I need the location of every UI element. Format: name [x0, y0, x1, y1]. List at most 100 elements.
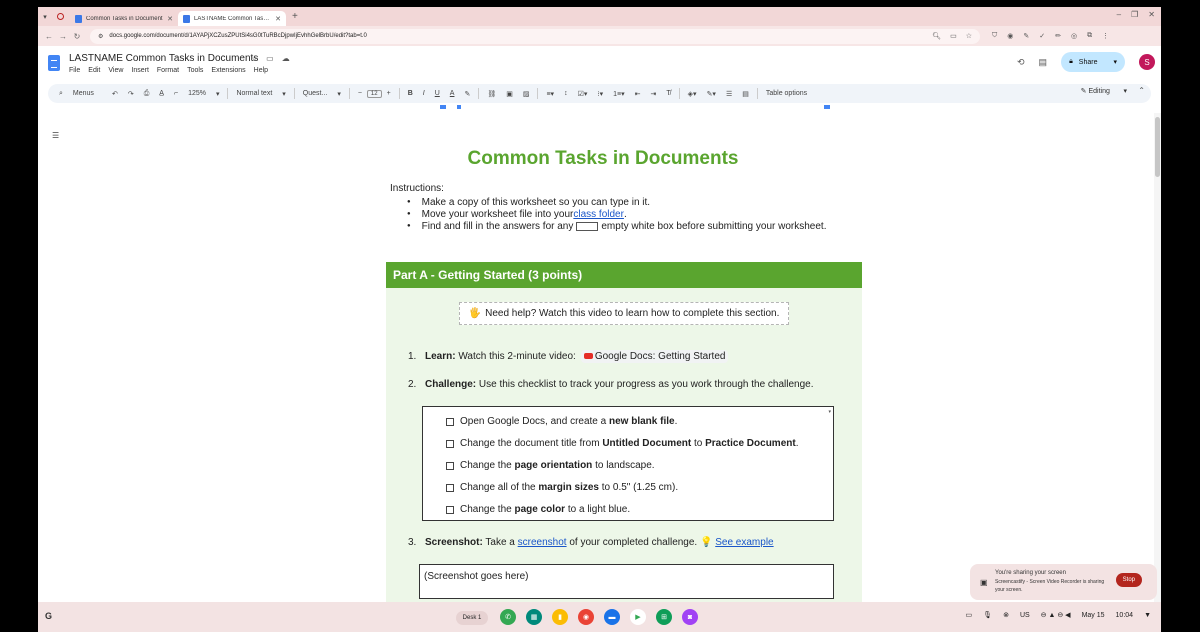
- fill-color-icon[interactable]: ◈▾: [683, 90, 702, 98]
- screenshot-link[interactable]: screenshot: [518, 537, 567, 548]
- document-outline-icon[interactable]: ☰: [52, 131, 59, 140]
- redo-icon[interactable]: ↷: [123, 90, 139, 98]
- font-select[interactable]: Quest...: [298, 90, 333, 97]
- extension-check-icon[interactable]: ✓: [1039, 32, 1045, 40]
- share-dropdown-icon[interactable]: ▾: [1113, 58, 1117, 66]
- input-locale[interactable]: US: [1020, 612, 1030, 619]
- tab-search-icon[interactable]: ▾: [38, 10, 52, 24]
- border-width-icon[interactable]: ☰: [721, 90, 737, 98]
- left-indent-marker[interactable]: [440, 105, 446, 109]
- reload-icon[interactable]: ↻: [70, 32, 84, 41]
- clipboard-icon[interactable]: ▭: [966, 611, 973, 619]
- highlight-icon[interactable]: ✎: [459, 90, 475, 98]
- cast-icon[interactable]: ▭: [950, 32, 957, 40]
- back-icon[interactable]: ←: [42, 32, 56, 41]
- image-icon[interactable]: ▨: [518, 90, 535, 98]
- numbered-list-icon[interactable]: 1≡▾: [608, 90, 630, 98]
- editing-mode-select[interactable]: ✎ Editing ▾: [1081, 87, 1127, 95]
- files-app-icon[interactable]: ▬: [604, 609, 620, 625]
- menu-file[interactable]: File: [69, 67, 80, 74]
- play-store-icon[interactable]: ▶: [630, 609, 646, 625]
- comment-icon[interactable]: ▣: [501, 90, 518, 98]
- docs-logo-icon[interactable]: [48, 55, 60, 71]
- line-spacing-icon[interactable]: ↕: [559, 90, 573, 97]
- border-color-icon[interactable]: ✎▾: [702, 90, 721, 98]
- video-chip[interactable]: Google Docs: Getting Started: [580, 350, 729, 363]
- underline-icon[interactable]: U: [430, 90, 445, 97]
- checkbox[interactable]: [446, 461, 454, 470]
- paint-format-icon[interactable]: ⌐: [169, 90, 183, 97]
- menu-view[interactable]: View: [108, 67, 123, 74]
- checkbox[interactable]: [446, 483, 454, 492]
- classroom-app-icon[interactable]: ▦: [526, 609, 542, 625]
- microphone-icon[interactable]: 🎙︎: [983, 611, 992, 619]
- text-color-icon[interactable]: A: [445, 90, 460, 97]
- zoom-select[interactable]: 125%: [183, 90, 211, 97]
- style-dropdown-icon[interactable]: ▾: [277, 90, 291, 98]
- align-icon[interactable]: ≡▾: [541, 90, 559, 98]
- link-icon[interactable]: ⛓: [482, 90, 501, 98]
- phone-app-icon[interactable]: ✆: [500, 609, 516, 625]
- font-dropdown-icon[interactable]: ▾: [332, 90, 346, 98]
- menu-insert[interactable]: Insert: [131, 67, 149, 74]
- first-line-marker[interactable]: [457, 105, 461, 109]
- url-field[interactable]: ⚙ docs.google.com/document/d/1AYAPjXCZus…: [90, 28, 980, 44]
- right-indent-marker[interactable]: [824, 105, 830, 109]
- avatar[interactable]: S: [1139, 54, 1155, 70]
- checkbox[interactable]: [446, 417, 454, 426]
- extension-pencil-icon[interactable]: ✏: [1055, 32, 1061, 40]
- zoom-icon[interactable]: 🔍︎: [932, 32, 941, 40]
- launcher-button[interactable]: G: [45, 611, 52, 621]
- extension-circle-icon[interactable]: ◉: [1007, 32, 1013, 40]
- checklist-icon[interactable]: ☑▾: [573, 90, 593, 98]
- browser-menu-icon[interactable]: ⋮: [1102, 32, 1109, 40]
- new-tab-button[interactable]: +: [292, 11, 298, 22]
- increase-indent-icon[interactable]: ⇥: [646, 90, 662, 98]
- see-example-link[interactable]: See example: [715, 537, 773, 548]
- keep-app-icon[interactable]: ▮: [552, 609, 568, 625]
- tab-close-icon[interactable]: ✕: [167, 15, 173, 23]
- share-button[interactable]: 🔒︎ Share ▾: [1061, 52, 1125, 72]
- sheets-app-icon[interactable]: ⊞: [656, 609, 672, 625]
- version-history-icon[interactable]: ⟲: [1017, 57, 1025, 68]
- zoom-dropdown-icon[interactable]: ▾: [211, 90, 225, 98]
- scrollbar-thumb[interactable]: [1155, 117, 1160, 177]
- menu-tools[interactable]: Tools: [187, 67, 203, 74]
- search-menus-label[interactable]: Menus: [68, 90, 99, 97]
- checkbox[interactable]: [446, 439, 454, 448]
- table-dropdown-icon[interactable]: ▾: [828, 409, 831, 415]
- bulleted-list-icon[interactable]: ⁝▾: [592, 90, 608, 98]
- screencastify-app-icon[interactable]: ◙: [682, 609, 698, 625]
- extensions-puzzle-icon[interactable]: ⧉: [1087, 32, 1092, 40]
- menu-format[interactable]: Format: [157, 67, 179, 74]
- screenshot-answer-box[interactable]: (Screenshot goes here): [419, 564, 834, 599]
- desk-button[interactable]: Desk 1: [456, 611, 488, 625]
- search-menus-icon[interactable]: ⌕: [54, 90, 68, 98]
- spellcheck-icon[interactable]: A̲: [154, 90, 169, 97]
- hide-menus-icon[interactable]: ⌃: [1138, 86, 1145, 95]
- close-window-icon[interactable]: ✕: [1148, 10, 1155, 19]
- style-select[interactable]: Normal text: [231, 90, 277, 97]
- italic-icon[interactable]: I: [418, 90, 430, 97]
- status-icons[interactable]: ⊖ ▲ ⊖ ◀: [1041, 611, 1071, 619]
- restore-icon[interactable]: ❐: [1131, 10, 1138, 19]
- class-folder-link[interactable]: class folder: [573, 209, 624, 220]
- move-folder-icon[interactable]: ▭: [266, 54, 274, 63]
- border-dash-icon[interactable]: ▤: [737, 90, 754, 98]
- bold-icon[interactable]: B: [403, 90, 418, 97]
- checkbox[interactable]: [446, 505, 454, 514]
- decrease-indent-icon[interactable]: ⇤: [630, 90, 646, 98]
- stop-recording-icon[interactable]: ⊗: [1003, 611, 1009, 619]
- extension-screencastify-icon[interactable]: ◎: [1071, 32, 1077, 40]
- chrome-app-icon[interactable]: ◉: [578, 609, 594, 625]
- stop-sharing-button[interactable]: Stop: [1115, 573, 1142, 587]
- increase-font-icon[interactable]: +: [382, 90, 396, 97]
- document-title[interactable]: LASTNAME Common Tasks in Documents: [69, 53, 258, 64]
- minimize-icon[interactable]: –: [1117, 10, 1121, 19]
- star-icon[interactable]: ☆: [251, 54, 258, 63]
- decrease-font-icon[interactable]: −: [353, 90, 367, 97]
- comments-icon[interactable]: ▤: [1039, 57, 1048, 68]
- extension-pen-icon[interactable]: ✎: [1023, 32, 1029, 40]
- extension-shield-icon[interactable]: ⛉: [992, 32, 997, 40]
- font-size-input[interactable]: 12: [366, 89, 382, 98]
